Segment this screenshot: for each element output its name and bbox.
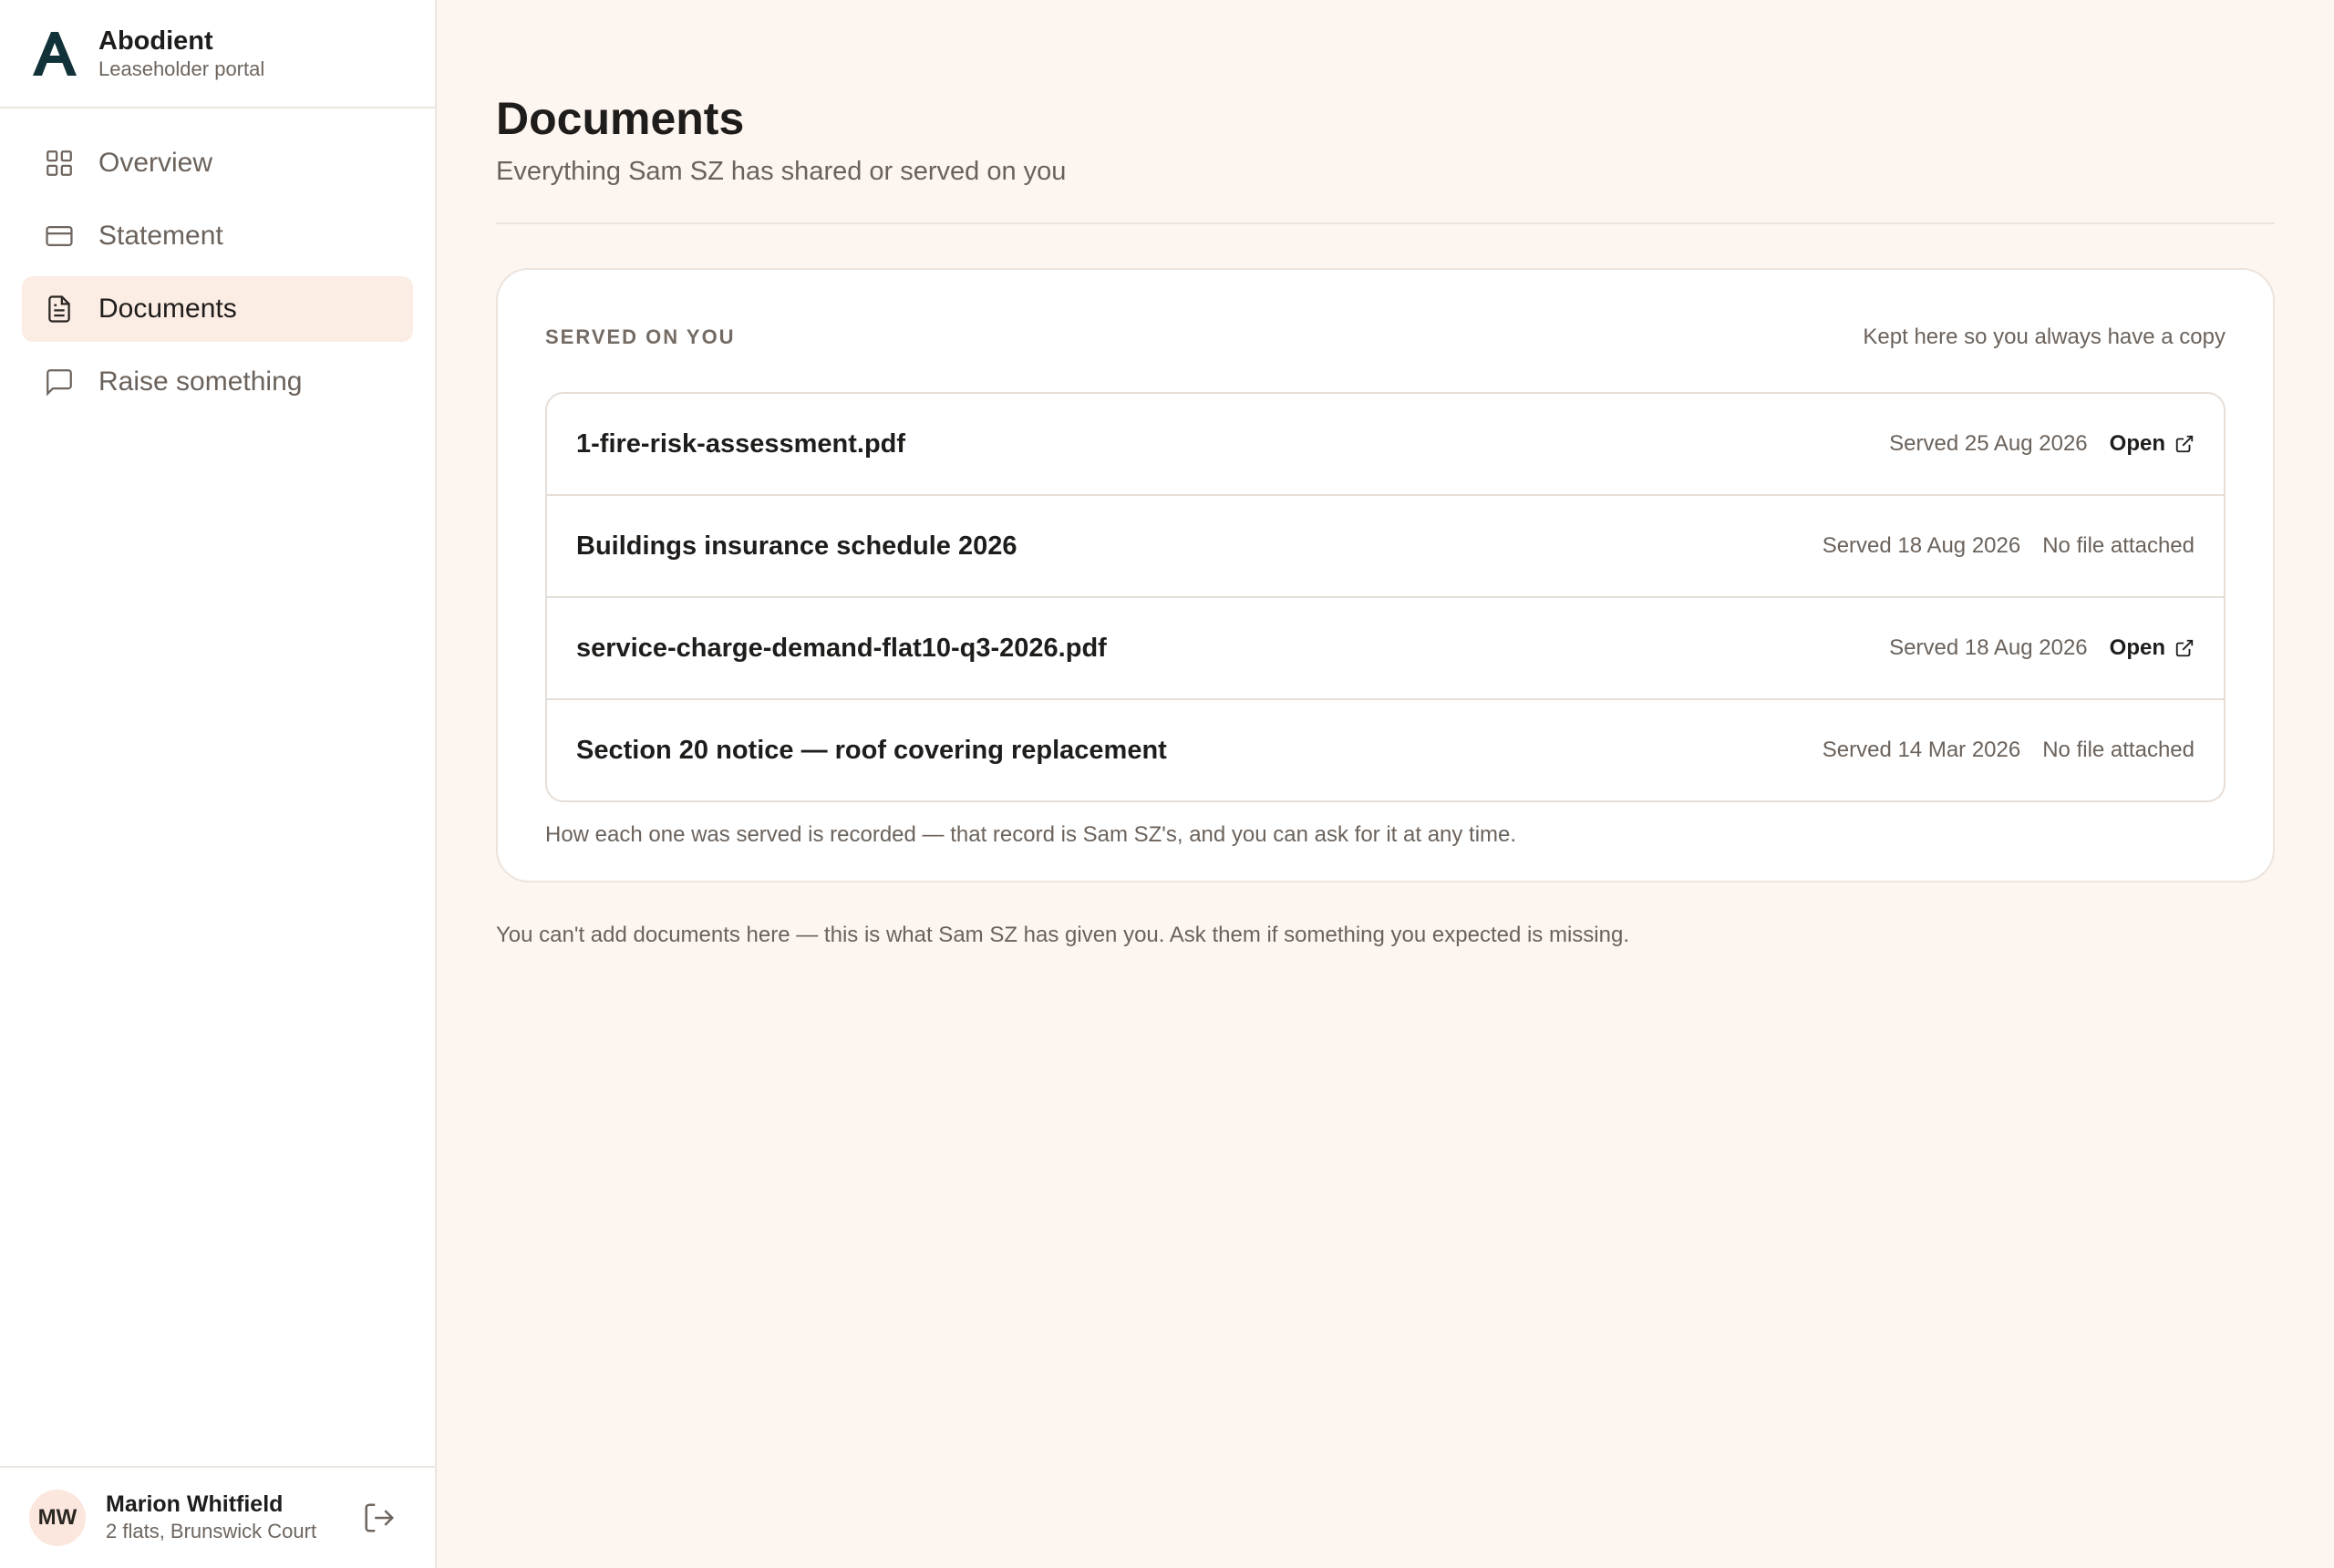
- sidebar-item-label: Statement: [98, 221, 223, 251]
- sidebar-item-overview[interactable]: Overview: [22, 130, 413, 196]
- user-name: Marion Whitfield: [106, 1491, 284, 1517]
- sidebar-item-label: Overview: [98, 148, 213, 178]
- document-meta: Served 25 Aug 2026 Open: [1889, 431, 2195, 457]
- brand-name: Abodient: [98, 26, 213, 56]
- served-documents-card: SERVED ON YOU Kept here so you always ha…: [496, 268, 2275, 882]
- logout-icon[interactable]: [362, 1501, 397, 1535]
- external-link-icon: [2174, 638, 2195, 658]
- message-icon: [44, 366, 75, 397]
- document-row: 1-fire-risk-assessment.pdf Served 25 Aug…: [547, 394, 2224, 496]
- document-row: Section 20 notice — roof covering replac…: [547, 700, 2224, 800]
- app-shell: Abodient Leaseholder portal Overview Sta…: [0, 0, 2334, 1568]
- external-link-icon: [2174, 434, 2195, 454]
- page-title: Documents: [496, 93, 745, 144]
- open-label: Open: [2109, 431, 2165, 456]
- document-meta: Served 18 Aug 2026 Open: [1889, 635, 2195, 661]
- open-link[interactable]: Open: [2110, 431, 2195, 457]
- document-meta: Served 14 Mar 2026 No file attached: [1823, 738, 2195, 763]
- sidebar-nav: Overview Statement Documents Raise somet…: [0, 108, 435, 422]
- sidebar-item-documents[interactable]: Documents: [22, 276, 413, 342]
- avatar: MW: [29, 1490, 86, 1546]
- user-bar: MW Marion Whitfield 2 flats, Brunswick C…: [0, 1466, 435, 1568]
- open-link[interactable]: Open: [2110, 635, 2195, 661]
- grid-icon: [44, 148, 75, 179]
- brand: Abodient Leaseholder portal: [0, 0, 435, 108]
- served-date: Served 14 Mar 2026: [1822, 738, 2021, 762]
- sidebar-item-raise-something[interactable]: Raise something: [22, 349, 413, 415]
- served-date: Served 18 Aug 2026: [1822, 533, 2021, 558]
- served-date: Served 25 Aug 2026: [1889, 431, 2088, 456]
- document-title: 1-fire-risk-assessment.pdf: [576, 428, 906, 459]
- no-file-status: No file attached: [2042, 533, 2195, 558]
- document-meta: Served 18 Aug 2026 No file attached: [1823, 533, 2195, 559]
- brand-text: Abodient Leaseholder portal: [98, 26, 264, 82]
- card-header: SERVED ON YOU Kept here so you always ha…: [545, 270, 2226, 392]
- no-file-status: No file attached: [2042, 738, 2195, 762]
- sidebar-item-label: Raise something: [98, 366, 303, 397]
- user-info: Marion Whitfield 2 flats, Brunswick Cour…: [106, 1491, 316, 1545]
- page-footnote: You can't add documents here — this is w…: [496, 923, 1629, 947]
- open-label: Open: [2109, 635, 2165, 660]
- section-note: Kept here so you always have a copy: [1863, 325, 2226, 349]
- document-row: service-charge-demand-flat10-q3-2026.pdf…: [547, 598, 2224, 700]
- abodient-logo-icon: [33, 31, 77, 76]
- brand-subtitle: Leaseholder portal: [98, 57, 265, 80]
- section-label: SERVED ON YOU: [545, 325, 736, 348]
- document-row: Buildings insurance schedule 2026 Served…: [547, 496, 2224, 598]
- main-content: Documents Everything Sam SZ has shared o…: [437, 0, 2334, 1568]
- document-title: service-charge-demand-flat10-q3-2026.pdf: [576, 633, 1107, 663]
- card-footnote: How each one was served is recorded — th…: [545, 822, 1517, 847]
- page-subtitle: Everything Sam SZ has shared or served o…: [496, 157, 1067, 186]
- user-detail: 2 flats, Brunswick Court: [106, 1520, 317, 1542]
- document-icon: [44, 294, 75, 325]
- sidebar: Abodient Leaseholder portal Overview Sta…: [0, 0, 437, 1568]
- divider: [496, 222, 2275, 224]
- card-icon: [44, 221, 75, 252]
- sidebar-item-statement[interactable]: Statement: [22, 203, 413, 269]
- document-title: Buildings insurance schedule 2026: [576, 531, 1017, 561]
- served-date: Served 18 Aug 2026: [1889, 635, 2088, 660]
- document-title: Section 20 notice — roof covering replac…: [576, 735, 1167, 765]
- sidebar-item-label: Documents: [98, 294, 237, 324]
- document-list: 1-fire-risk-assessment.pdf Served 25 Aug…: [545, 392, 2226, 802]
